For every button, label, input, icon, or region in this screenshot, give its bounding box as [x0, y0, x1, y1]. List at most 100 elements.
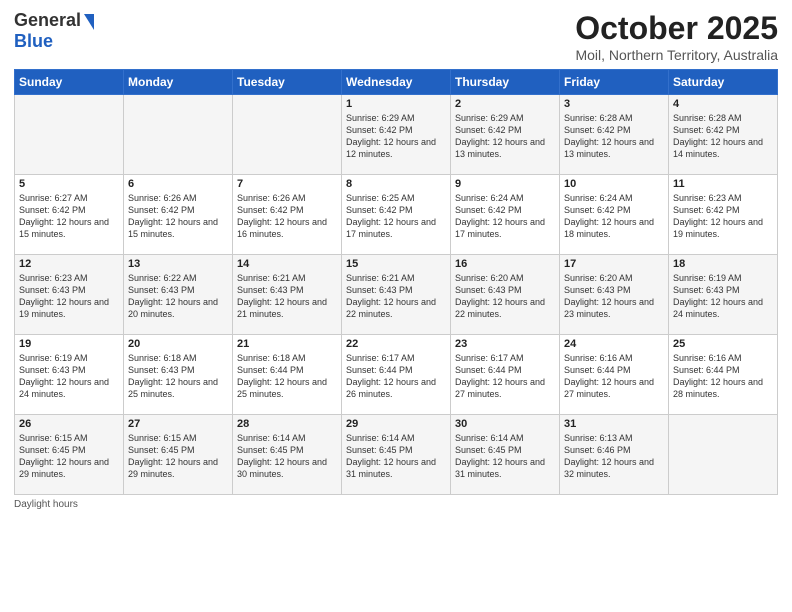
calendar-cell — [124, 95, 233, 175]
page: General Blue October 2025 Moil, Northern… — [0, 0, 792, 612]
logo: General Blue — [14, 10, 94, 52]
week-row-3: 12 Sunrise: 6:23 AMSunset: 6:43 PMDayligh… — [15, 255, 778, 335]
calendar-cell: 13 Sunrise: 6:22 AMSunset: 6:43 PMDayligh… — [124, 255, 233, 335]
day-number: 9 — [455, 178, 555, 190]
day-number: 28 — [237, 418, 337, 430]
weekday-header-tuesday: Tuesday — [233, 70, 342, 95]
calendar-cell: 1Sunrise: 6:29 AMSunset: 6:42 PMDaylight… — [342, 95, 451, 175]
calendar-cell — [233, 95, 342, 175]
day-info: Sunrise: 6:23 AMSunset: 6:42 PMDaylight:… — [673, 192, 773, 241]
day-number: 6 — [128, 178, 228, 190]
title-area: October 2025 Moil, Northern Territory, A… — [575, 10, 778, 63]
weekday-header-friday: Friday — [560, 70, 669, 95]
day-number: 14 — [237, 258, 337, 270]
day-number: 21 — [237, 338, 337, 350]
calendar-cell: 22Sunrise: 6:17 AMSunset: 6:44 PMDayligh… — [342, 335, 451, 415]
day-info: Sunrise: 6:24 AMSunset: 6:42 PMDaylight:… — [564, 192, 664, 241]
calendar-cell: 4 Sunrise: 6:28 AMSunset: 6:42 PMDaylight… — [669, 95, 778, 175]
day-info: Sunrise: 6:14 AMSunset: 6:45 PMDaylight:… — [346, 432, 446, 481]
calendar-cell: 21 Sunrise: 6:18 AMSunset: 6:44 PMDayligh… — [233, 335, 342, 415]
day-number: 22 — [346, 338, 446, 350]
day-info: Sunrise: 6:29 AMSunset: 6:42 PMDaylight:… — [455, 112, 555, 161]
calendar-cell: 18 Sunrise: 6:19 AMSunset: 6:43 PMDayligh… — [669, 255, 778, 335]
day-number: 7 — [237, 178, 337, 190]
day-number: 1 — [346, 98, 446, 110]
month-title: October 2025 — [575, 10, 778, 47]
calendar-cell: 6 Sunrise: 6:26 AMSunset: 6:42 PMDaylight… — [124, 175, 233, 255]
calendar-cell: 5Sunrise: 6:27 AMSunset: 6:42 PMDaylight… — [15, 175, 124, 255]
day-info: Sunrise: 6:16 AMSunset: 6:44 PMDaylight:… — [564, 352, 664, 401]
calendar-cell: 30 Sunrise: 6:14 AMSunset: 6:45 PMDayligh… — [451, 415, 560, 495]
day-number: 5 — [19, 178, 119, 190]
header: General Blue October 2025 Moil, Northern… — [14, 10, 778, 63]
calendar-cell: 16 Sunrise: 6:20 AMSunset: 6:43 PMDayligh… — [451, 255, 560, 335]
day-info: Sunrise: 6:14 AMSunset: 6:45 PMDaylight:… — [455, 432, 555, 481]
calendar-cell — [669, 415, 778, 495]
calendar-cell: 24 Sunrise: 6:16 AMSunset: 6:44 PMDayligh… — [560, 335, 669, 415]
day-number: 25 — [673, 338, 773, 350]
day-number: 4 — [673, 98, 773, 110]
calendar-cell: 29Sunrise: 6:14 AMSunset: 6:45 PMDayligh… — [342, 415, 451, 495]
day-number: 16 — [455, 258, 555, 270]
calendar-cell: 2 Sunrise: 6:29 AMSunset: 6:42 PMDaylight… — [451, 95, 560, 175]
day-number: 19 — [19, 338, 119, 350]
day-info: Sunrise: 6:18 AMSunset: 6:44 PMDaylight:… — [237, 352, 337, 401]
day-number: 2 — [455, 98, 555, 110]
calendar-cell: 17 Sunrise: 6:20 AMSunset: 6:43 PMDayligh… — [560, 255, 669, 335]
day-info: Sunrise: 6:16 AMSunset: 6:44 PMDaylight:… — [673, 352, 773, 401]
day-number: 31 — [564, 418, 664, 430]
calendar-cell: 19 Sunrise: 6:19 AMSunset: 6:43 PMDayligh… — [15, 335, 124, 415]
week-row-5: 26Sunrise: 6:15 AMSunset: 6:45 PMDayligh… — [15, 415, 778, 495]
day-number: 17 — [564, 258, 664, 270]
day-info: Sunrise: 6:17 AMSunset: 6:44 PMDaylight:… — [455, 352, 555, 401]
daylight-label: Daylight hours — [14, 499, 78, 510]
day-number: 15 — [346, 258, 446, 270]
day-number: 20 — [128, 338, 228, 350]
day-info: Sunrise: 6:28 AMSunset: 6:42 PMDaylight:… — [673, 112, 773, 161]
day-info: Sunrise: 6:22 AMSunset: 6:43 PMDaylight:… — [128, 272, 228, 321]
day-info: Sunrise: 6:13 AMSunset: 6:46 PMDaylight:… — [564, 432, 664, 481]
week-row-2: 5Sunrise: 6:27 AMSunset: 6:42 PMDaylight… — [15, 175, 778, 255]
day-info: Sunrise: 6:21 AMSunset: 6:43 PMDaylight:… — [346, 272, 446, 321]
day-info: Sunrise: 6:19 AMSunset: 6:43 PMDaylight:… — [673, 272, 773, 321]
weekday-header-sunday: Sunday — [15, 70, 124, 95]
day-info: Sunrise: 6:28 AMSunset: 6:42 PMDaylight:… — [564, 112, 664, 161]
day-info: Sunrise: 6:19 AMSunset: 6:43 PMDaylight:… — [19, 352, 119, 401]
day-info: Sunrise: 6:20 AMSunset: 6:43 PMDaylight:… — [564, 272, 664, 321]
calendar-cell: 11 Sunrise: 6:23 AMSunset: 6:42 PMDayligh… — [669, 175, 778, 255]
day-info: Sunrise: 6:21 AMSunset: 6:43 PMDaylight:… — [237, 272, 337, 321]
weekday-header-saturday: Saturday — [669, 70, 778, 95]
day-number: 12 — [19, 258, 119, 270]
day-number: 24 — [564, 338, 664, 350]
calendar-cell: 31 Sunrise: 6:13 AMSunset: 6:46 PMDayligh… — [560, 415, 669, 495]
calendar-cell: 28Sunrise: 6:14 AMSunset: 6:45 PMDayligh… — [233, 415, 342, 495]
location: Moil, Northern Territory, Australia — [575, 47, 778, 63]
weekday-header-monday: Monday — [124, 70, 233, 95]
calendar-cell: 7 Sunrise: 6:26 AMSunset: 6:42 PMDaylight… — [233, 175, 342, 255]
calendar-cell: 23Sunrise: 6:17 AMSunset: 6:44 PMDayligh… — [451, 335, 560, 415]
day-info: Sunrise: 6:25 AMSunset: 6:42 PMDaylight:… — [346, 192, 446, 241]
day-number: 11 — [673, 178, 773, 190]
day-info: Sunrise: 6:26 AMSunset: 6:42 PMDaylight:… — [128, 192, 228, 241]
calendar-cell: 12 Sunrise: 6:23 AMSunset: 6:43 PMDayligh… — [15, 255, 124, 335]
footer: Daylight hours — [14, 499, 778, 510]
day-info: Sunrise: 6:23 AMSunset: 6:43 PMDaylight:… — [19, 272, 119, 321]
calendar-cell: 14 Sunrise: 6:21 AMSunset: 6:43 PMDayligh… — [233, 255, 342, 335]
calendar-cell: 20Sunrise: 6:18 AMSunset: 6:43 PMDayligh… — [124, 335, 233, 415]
calendar-cell: 8 Sunrise: 6:25 AMSunset: 6:42 PMDaylight… — [342, 175, 451, 255]
day-number: 30 — [455, 418, 555, 430]
calendar-cell: 9 Sunrise: 6:24 AMSunset: 6:42 PMDaylight… — [451, 175, 560, 255]
logo-general: General — [14, 10, 81, 31]
calendar-cell: 27Sunrise: 6:15 AMSunset: 6:45 PMDayligh… — [124, 415, 233, 495]
day-number: 13 — [128, 258, 228, 270]
day-number: 3 — [564, 98, 664, 110]
day-info: Sunrise: 6:24 AMSunset: 6:42 PMDaylight:… — [455, 192, 555, 241]
day-info: Sunrise: 6:26 AMSunset: 6:42 PMDaylight:… — [237, 192, 337, 241]
logo-triangle-icon — [84, 14, 94, 30]
week-row-1: 1 Sunrise: 6:29 AMSunset: 6:42 PMDaylight… — [15, 95, 778, 175]
day-number: 8 — [346, 178, 446, 190]
day-number: 18 — [673, 258, 773, 270]
calendar-cell: 3 Sunrise: 6:28 AMSunset: 6:42 PMDaylight… — [560, 95, 669, 175]
day-info: Sunrise: 6:20 AMSunset: 6:43 PMDaylight:… — [455, 272, 555, 321]
day-number: 27 — [128, 418, 228, 430]
